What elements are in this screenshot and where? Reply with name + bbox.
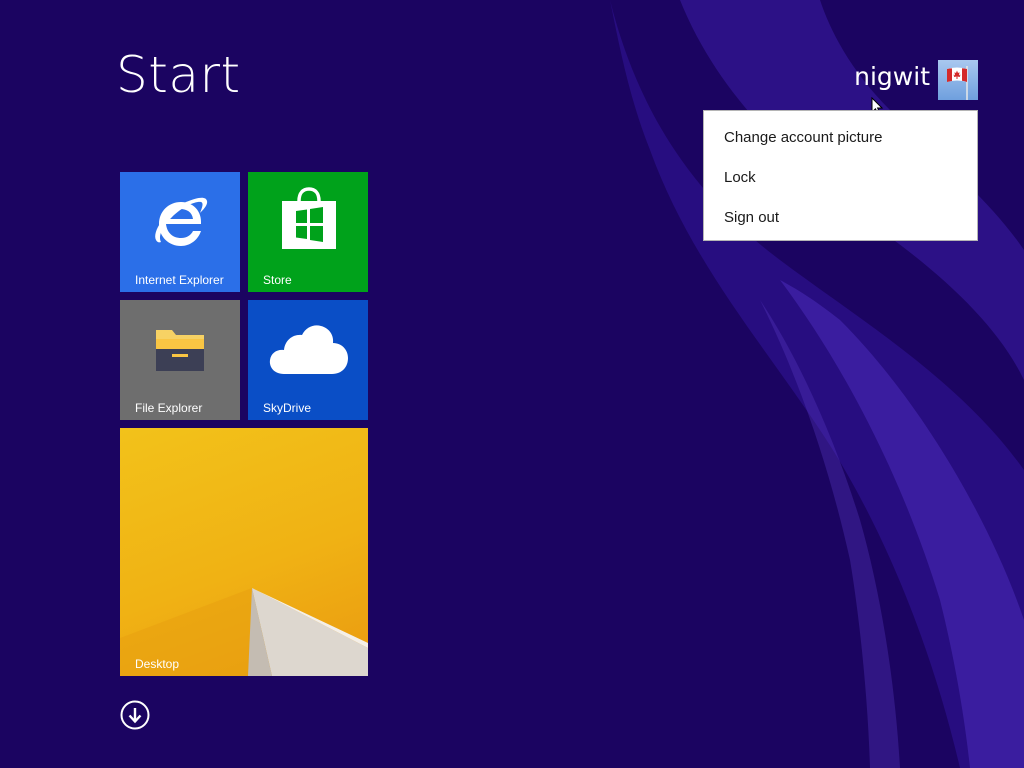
tile-label: File Explorer — [135, 401, 203, 415]
folder-icon — [156, 330, 204, 371]
tile-file-explorer[interactable]: File Explorer — [120, 300, 240, 420]
desktop-wallpaper-graphic — [120, 588, 368, 676]
tile-skydrive[interactable]: SkyDrive — [248, 300, 368, 420]
store-bag-icon — [282, 187, 336, 249]
sign-out-menu-item[interactable]: Sign out — [724, 209, 779, 226]
account-menu: Change account picture Lock Sign out — [703, 110, 978, 241]
arrow-down-circle-icon[interactable] — [120, 700, 150, 730]
canadian-flag-icon[interactable] — [938, 60, 978, 100]
tile-internet-explorer[interactable]: Internet Explorer — [120, 172, 240, 292]
tile-desktop[interactable]: Desktop — [120, 428, 368, 676]
start-title: Start — [116, 46, 241, 104]
internet-explorer-icon — [155, 197, 208, 246]
tile-store[interactable]: Store — [248, 172, 368, 292]
tile-label: Desktop — [135, 657, 180, 671]
cloud-icon — [269, 325, 348, 374]
lock-menu-item[interactable]: Lock — [724, 169, 756, 186]
user-name[interactable]: nigwit — [854, 64, 930, 89]
change-account-picture-menu-item[interactable]: Change account picture — [724, 129, 882, 146]
tile-label: SkyDrive — [263, 401, 312, 415]
tile-label: Internet Explorer — [135, 273, 224, 287]
tile-label: Store — [263, 273, 292, 287]
